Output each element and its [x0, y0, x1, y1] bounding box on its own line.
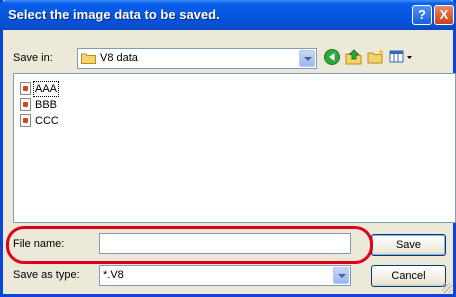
save-dialog: Select the image data to be saved. ? X S…	[0, 0, 456, 297]
save-in-value: V8 data	[100, 52, 138, 64]
save-button[interactable]: Save	[371, 234, 446, 256]
save-in-label: Save in:	[13, 52, 53, 64]
views-menu-icon[interactable]	[389, 48, 415, 66]
up-folder-icon[interactable]	[345, 48, 363, 66]
file-icon	[20, 98, 31, 111]
save-as-type-dropdown[interactable]: *.V8	[99, 265, 351, 286]
file-list[interactable]: AAA BBB CCC	[13, 73, 456, 223]
chevron-down-icon[interactable]	[333, 267, 349, 284]
title-bar[interactable]: Select the image data to be saved. ? X	[0, 0, 456, 30]
close-button[interactable]: X	[434, 5, 454, 25]
new-folder-icon[interactable]	[367, 48, 385, 66]
resize-grip[interactable]	[442, 283, 452, 293]
save-as-type-value: *.V8	[103, 269, 124, 281]
file-name-label: AAA	[32, 81, 60, 97]
highlight-annotation	[6, 226, 373, 264]
chevron-down-icon[interactable]	[299, 50, 315, 67]
file-name-label: BBB	[35, 99, 58, 111]
folder-icon	[81, 52, 96, 64]
save-in-dropdown[interactable]: V8 data	[77, 48, 317, 69]
file-icon	[20, 82, 31, 95]
back-icon[interactable]	[323, 48, 341, 66]
dialog-title: Select the image data to be saved.	[8, 7, 220, 22]
help-button[interactable]: ?	[412, 5, 432, 25]
save-as-type-label: Save as type:	[13, 269, 80, 281]
cancel-button[interactable]: Cancel	[371, 265, 446, 287]
file-icon	[20, 114, 31, 127]
file-name-label: CCC	[35, 115, 59, 127]
